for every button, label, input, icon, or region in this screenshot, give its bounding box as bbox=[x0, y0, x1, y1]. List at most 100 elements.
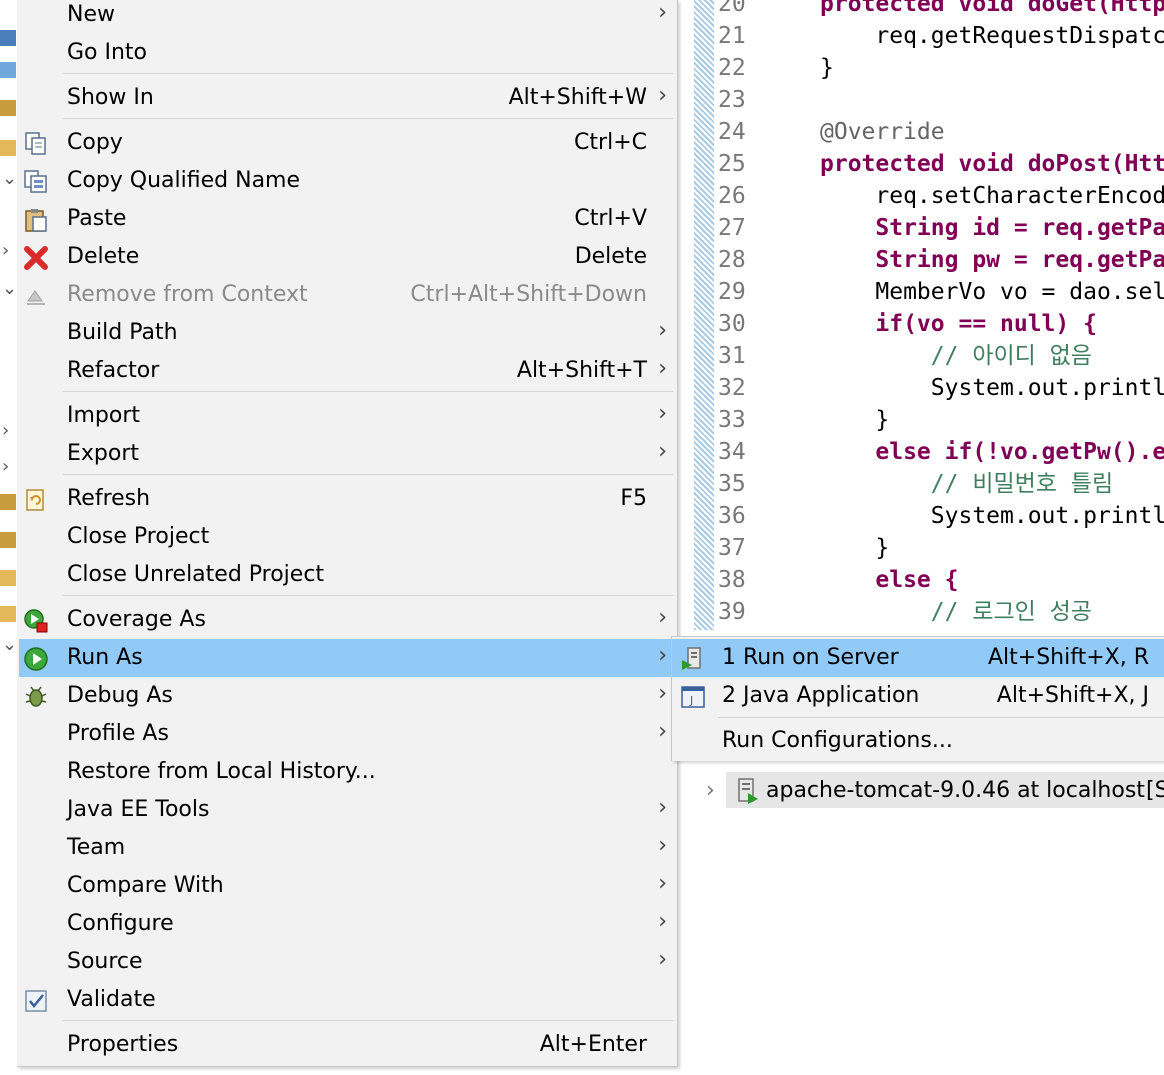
chevron-right-icon[interactable]: › bbox=[706, 778, 715, 803]
menu-item-new[interactable]: New › bbox=[19, 0, 675, 34]
menu-item-copy[interactable]: Copy Ctrl+C bbox=[19, 124, 675, 162]
menu-item-coverage-as[interactable]: Coverage As › bbox=[19, 601, 675, 639]
menu-item-debug-as[interactable]: Debug As › bbox=[19, 677, 675, 715]
menu-item-label: Team bbox=[67, 835, 126, 860]
line-number: 31 bbox=[718, 343, 746, 369]
menu-item-restore-from-local-history[interactable]: Restore from Local History... bbox=[19, 753, 675, 791]
server-row[interactable]: apache-tomcat-9.0.46 at localhost [S bbox=[726, 772, 1164, 808]
menu-item-compare-with[interactable]: Compare With › bbox=[19, 867, 675, 905]
menu-item-run-as[interactable]: Run As › bbox=[19, 639, 675, 677]
menu-item-paste[interactable]: Paste Ctrl+V bbox=[19, 200, 675, 238]
submenu-item-accelerator: Alt+Shift+X, R bbox=[987, 645, 1149, 670]
submenu-item-label: 1 Run on Server bbox=[722, 645, 899, 670]
menu-item-label: Export bbox=[67, 441, 140, 466]
menu-item-label: Run As bbox=[67, 645, 143, 670]
chevron-right-icon[interactable]: › bbox=[2, 242, 14, 260]
code-line: protected void doGet(Https bbox=[820, 0, 1164, 17]
menu-item-export[interactable]: Export › bbox=[19, 435, 675, 473]
chevron-down-icon[interactable]: ⌄ bbox=[2, 636, 17, 654]
menu-item-close-project[interactable]: Close Project bbox=[19, 518, 675, 556]
menu-item-close-unrelated-project[interactable]: Close Unrelated Project bbox=[19, 556, 675, 594]
menu-item-go-into[interactable]: Go Into bbox=[19, 34, 675, 72]
menu-item-label: Refresh bbox=[67, 486, 151, 511]
run-as-submenu: 1 Run on Server Alt+Shift+X, R J 2 Java … bbox=[671, 636, 1164, 761]
menu-item-build-path[interactable]: Build Path › bbox=[19, 314, 675, 352]
menu-item-label: Java EE Tools bbox=[67, 797, 210, 822]
menu-item-label: Coverage As bbox=[67, 607, 206, 632]
submenu-arrow-icon: › bbox=[658, 0, 667, 25]
menu-item-label: Compare With bbox=[67, 873, 224, 898]
paste-icon bbox=[25, 209, 47, 232]
copy-qualified-name-icon bbox=[24, 170, 47, 193]
menu-item-source[interactable]: Source › bbox=[19, 943, 675, 981]
menu-item-java-ee-tools[interactable]: Java EE Tools › bbox=[19, 791, 675, 829]
menu-item-label: Restore from Local History... bbox=[67, 759, 376, 784]
code-line: HttpSession session bbox=[820, 628, 1164, 630]
menu-item-label: Configure bbox=[67, 911, 174, 936]
line-number: 20 bbox=[718, 0, 746, 17]
line-number: 32 bbox=[718, 375, 746, 401]
folder-icon bbox=[0, 570, 16, 586]
menu-item-label: Close Project bbox=[67, 524, 210, 549]
line-number: 22 bbox=[718, 55, 746, 81]
line-number: 25 bbox=[718, 151, 746, 177]
menu-separator bbox=[63, 73, 673, 74]
submenu-arrow-icon: › bbox=[658, 401, 667, 426]
server-icon bbox=[738, 778, 758, 804]
code-line: // 아이디 없음 bbox=[820, 343, 1092, 369]
submenu-item-label: 2 Java Application bbox=[722, 683, 920, 708]
code-line: } bbox=[820, 535, 890, 561]
submenu-item-java-application[interactable]: J 2 Java Application Alt+Shift+X, J bbox=[672, 677, 1164, 715]
line-number: 40 bbox=[718, 628, 758, 630]
menu-separator bbox=[63, 474, 673, 475]
menu-item-show-in[interactable]: Show In Alt+Shift+W › bbox=[19, 79, 675, 117]
line-number: 24 bbox=[718, 119, 746, 145]
menu-item-label: Profile As bbox=[67, 721, 169, 746]
coverage-icon bbox=[24, 609, 48, 633]
menu-item-import[interactable]: Import › bbox=[19, 397, 675, 435]
debug-bug-icon bbox=[25, 686, 47, 707]
submenu-arrow-icon: › bbox=[658, 83, 667, 108]
remove-from-context-icon bbox=[27, 290, 45, 305]
menu-item-delete[interactable]: Delete Delete bbox=[19, 238, 675, 276]
menu-item-label: Refactor bbox=[67, 358, 160, 383]
menu-item-refresh[interactable]: Refresh F5 bbox=[19, 480, 675, 518]
copy-icon bbox=[25, 132, 46, 155]
line-number: 29 bbox=[718, 279, 746, 305]
code-line: System.out.println bbox=[820, 503, 1164, 529]
submenu-item-run-on-server[interactable]: 1 Run on Server Alt+Shift+X, R bbox=[672, 639, 1164, 677]
submenu-item-run-configurations[interactable]: Run Configurations... bbox=[672, 722, 1164, 760]
menu-item-profile-as[interactable]: Profile As › bbox=[19, 715, 675, 753]
chevron-down-icon[interactable]: ⌄ bbox=[2, 170, 17, 188]
line-number: 36 bbox=[718, 503, 746, 529]
overview-ruler bbox=[694, 0, 714, 630]
code-editor[interactable]: 20 protected void doGet(Https 21 req.getRe… bbox=[676, 0, 1164, 630]
line-number: 39 bbox=[718, 599, 746, 625]
code-line: protected void doPost(Http bbox=[820, 151, 1164, 177]
menu-item-configure[interactable]: Configure › bbox=[19, 905, 675, 943]
menu-item-refactor[interactable]: Refactor Alt+Shift+T › bbox=[19, 352, 675, 390]
menu-item-label: Remove from Context bbox=[67, 282, 308, 307]
chevron-right-icon[interactable]: › bbox=[2, 422, 14, 440]
submenu-arrow-icon: › bbox=[658, 833, 667, 858]
java-application-icon: J bbox=[681, 686, 705, 708]
menu-item-team[interactable]: Team › bbox=[19, 829, 675, 867]
code-line: System.out.println bbox=[820, 375, 1164, 401]
line-number: 28 bbox=[718, 247, 746, 273]
menu-item-label: Validate bbox=[67, 987, 156, 1012]
line-number: 27 bbox=[718, 215, 746, 241]
submenu-arrow-icon: › bbox=[658, 681, 667, 706]
code-line: req.getRequestDispatche bbox=[820, 23, 1164, 49]
code-line: String id = req.getPara bbox=[820, 215, 1164, 241]
chevron-right-icon[interactable]: › bbox=[2, 458, 14, 476]
code-line: @Override bbox=[820, 119, 945, 145]
menu-item-copy-qualified-name[interactable]: Copy Qualified Name bbox=[19, 162, 675, 200]
chevron-down-icon[interactable]: ⌄ bbox=[2, 280, 17, 298]
menu-separator bbox=[63, 391, 673, 392]
menu-item-label: Close Unrelated Project bbox=[67, 562, 325, 587]
menu-item-properties[interactable]: Properties Alt+Enter bbox=[19, 1026, 675, 1064]
line-number: 38 bbox=[718, 567, 746, 593]
code-line: } bbox=[820, 407, 890, 433]
menu-item-validate[interactable]: Validate bbox=[19, 981, 675, 1019]
menu-item-label: Delete bbox=[67, 244, 140, 269]
